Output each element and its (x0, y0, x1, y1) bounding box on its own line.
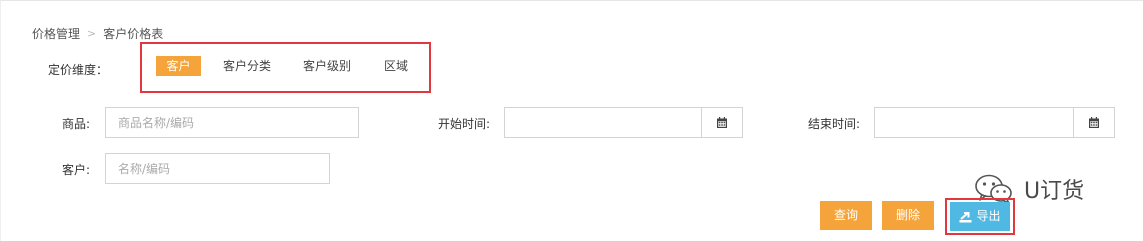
dimension-tab-region[interactable]: 区域 (376, 56, 416, 76)
end-time-input[interactable] (875, 108, 1073, 137)
start-time-input[interactable] (505, 108, 701, 137)
customer-field (105, 153, 330, 184)
product-field (105, 107, 359, 138)
dimension-tab-customer-category[interactable]: 客户分类 (216, 56, 278, 76)
end-time-label: 结束时间: (808, 117, 861, 131)
customer-label: 客户: (62, 163, 91, 177)
calendar-icon (1089, 116, 1099, 128)
dimension-label: 定价维度： (48, 63, 109, 77)
product-input[interactable] (106, 108, 358, 137)
query-button[interactable]: 查询 (820, 201, 872, 230)
breadcrumb-current: 客户价格表 (103, 26, 164, 41)
export-icon (959, 211, 972, 222)
customer-input[interactable] (106, 154, 329, 183)
breadcrumb: 价格管理 > 客户价格表 (32, 25, 163, 41)
watermark-text: U订货 (1024, 179, 1085, 204)
end-time-calendar-button[interactable] (1073, 107, 1115, 138)
dimension-tab-customer-level[interactable]: 客户级别 (296, 56, 358, 76)
start-time-calendar-button[interactable] (701, 107, 743, 138)
delete-button[interactable]: 删除 (882, 201, 934, 230)
export-label: 导出 (976, 209, 1001, 223)
breadcrumb-parent[interactable]: 价格管理 (32, 25, 80, 42)
start-time-label: 开始时间: (438, 117, 491, 131)
breadcrumb-separator: > (87, 26, 97, 40)
export-button[interactable]: 导出 (950, 202, 1010, 231)
start-time-field (504, 107, 702, 138)
calendar-icon (717, 116, 727, 128)
dimension-tab-customer[interactable]: 客户 (156, 56, 201, 76)
product-label: 商品: (62, 117, 91, 131)
end-time-field (874, 107, 1074, 138)
